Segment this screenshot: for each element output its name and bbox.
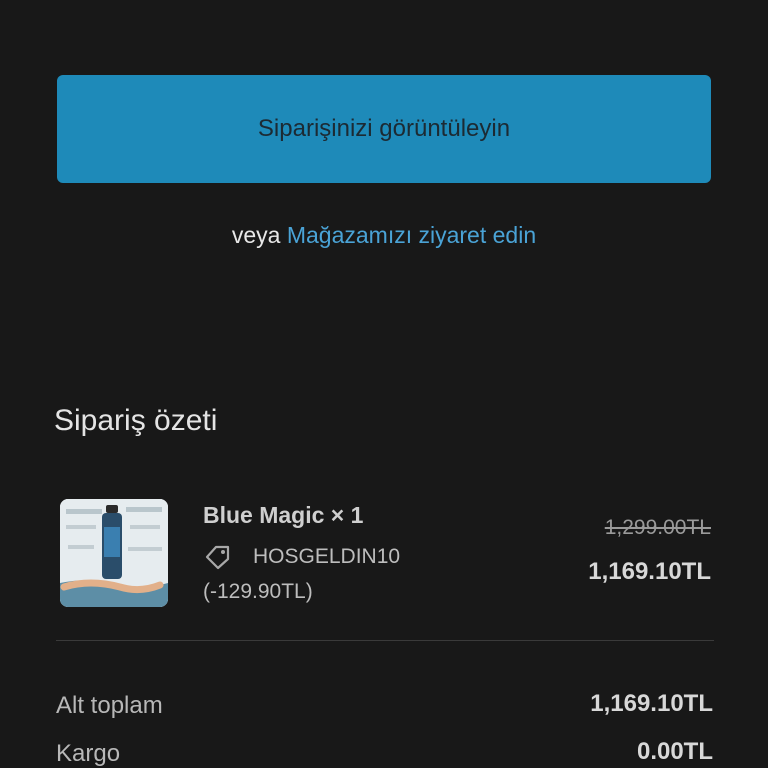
divider: [56, 640, 714, 641]
shipping-value: 0.00TL: [636, 738, 713, 765]
visit-store-line: veya Mağazamızı ziyaret edin: [0, 222, 768, 249]
order-summary-title: Sipariş özeti: [54, 404, 218, 437]
original-price: 1,299.00TL: [604, 516, 711, 539]
subtotal-label: Alt toplam: [56, 692, 163, 719]
product-thumbnail: [60, 499, 168, 607]
discount-amount: (-129.90TL): [203, 580, 313, 603]
shipping-label: Kargo: [56, 740, 121, 767]
discount-code-row: HOSGELDIN10: [203, 542, 400, 572]
subtotal-value: 1,169.10TL: [590, 690, 713, 717]
discount-code: HOSGELDIN10: [253, 545, 401, 568]
view-order-button[interactable]: Siparişinizi görüntüleyin: [57, 75, 711, 183]
visit-store-link[interactable]: Mağazamızı ziyaret edin: [287, 222, 536, 248]
product-image-icon: [60, 499, 168, 607]
order-confirmation-page: Siparişinizi görüntüleyin veya Mağazamız…: [0, 0, 768, 768]
product-name: Blue Magic × 1: [203, 502, 364, 528]
view-order-button-label: Siparişinizi görüntüleyin: [257, 115, 511, 142]
or-text: veya: [231, 222, 281, 248]
tag-icon: [205, 545, 230, 570]
final-price: 1,169.10TL: [588, 558, 711, 585]
